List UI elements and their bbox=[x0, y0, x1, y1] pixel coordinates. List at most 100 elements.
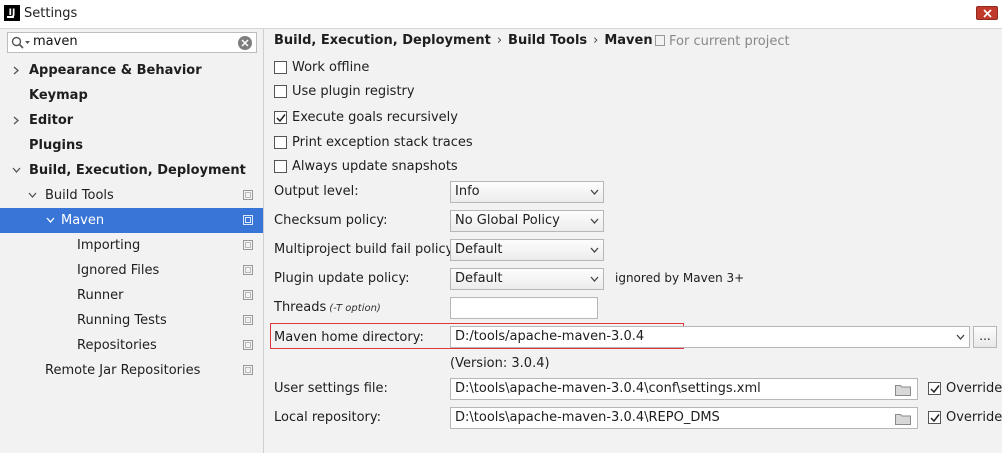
search-icon bbox=[11, 36, 30, 49]
chevron-down-icon[interactable] bbox=[10, 158, 22, 183]
checksum-policy-select[interactable]: No Global Policy bbox=[450, 210, 604, 232]
output-level-select[interactable]: Info bbox=[450, 181, 604, 203]
multiproject-fail-policy-label: Multiproject build fail policy: bbox=[274, 242, 457, 257]
clear-search-icon[interactable] bbox=[238, 36, 252, 50]
checkbox-label: Use plugin registry bbox=[292, 84, 415, 99]
checksum-policy-label: Checksum policy: bbox=[274, 213, 388, 228]
checkmark-icon bbox=[276, 114, 286, 123]
chevron-down-icon bbox=[590, 218, 599, 224]
tree-item-appearance-behavior[interactable]: Appearance & Behavior bbox=[0, 58, 263, 83]
threads-hint: (-T option) bbox=[329, 303, 381, 314]
tree-item-editor[interactable]: Editor bbox=[0, 108, 263, 133]
chevron-down-icon[interactable] bbox=[26, 183, 38, 208]
tree-item-label: Editor bbox=[29, 113, 74, 128]
project-scope-icon bbox=[243, 215, 253, 225]
threads-input[interactable] bbox=[450, 297, 598, 319]
tree-item-label: Runner bbox=[77, 288, 124, 303]
project-scope-icon bbox=[243, 340, 253, 350]
maven-home-select[interactable]: D:/tools/apache-maven-3.0.4 bbox=[450, 326, 970, 348]
chevron-down-icon bbox=[590, 276, 599, 282]
tree-item-remote-jar-repositories[interactable]: Remote Jar Repositories bbox=[0, 358, 263, 383]
intellij-app-icon: IJ bbox=[4, 5, 20, 21]
tree-item-label: Ignored Files bbox=[77, 263, 160, 278]
checkbox-box[interactable] bbox=[928, 411, 941, 424]
local-repository-input[interactable]: D:\tools\apache-maven-3.0.4\REPO_DMS bbox=[450, 407, 918, 429]
tree-item-importing[interactable]: Importing bbox=[0, 233, 263, 258]
breadcrumb-build-execution-deployment[interactable]: Build, Execution, Deployment bbox=[274, 33, 491, 48]
window-title: Settings bbox=[24, 6, 78, 21]
tree-item-keymap[interactable]: Keymap bbox=[0, 83, 263, 108]
input-value: D:\tools\apache-maven-3.0.4\REPO_DMS bbox=[455, 410, 720, 425]
chevron-down-icon bbox=[590, 189, 599, 195]
tree-item-build-execution-deployment[interactable]: Build, Execution, Deployment bbox=[0, 158, 263, 183]
project-scope-icon bbox=[243, 315, 253, 325]
tree-item-label: Appearance & Behavior bbox=[29, 63, 202, 78]
checkbox-box[interactable] bbox=[274, 160, 287, 173]
tree-item-label: Build, Execution, Deployment bbox=[29, 163, 246, 178]
select-value: Default bbox=[455, 271, 503, 286]
chevron-right-icon[interactable] bbox=[10, 108, 22, 133]
checkbox-box[interactable] bbox=[274, 111, 287, 124]
local-repository-label: Local repository: bbox=[274, 410, 381, 425]
select-value: Info bbox=[455, 184, 480, 199]
checkbox-box[interactable] bbox=[274, 85, 287, 98]
threads-label: Threads (-T option) bbox=[274, 300, 381, 315]
user-settings-input[interactable]: D:\tools\apache-maven-3.0.4\conf\setting… bbox=[450, 378, 918, 400]
maven-settings-panel: Build, Execution, Deployment › Build Tools… bbox=[264, 29, 1002, 453]
maven-home-label: Maven home directory: bbox=[274, 330, 424, 345]
tree-item-label: Remote Jar Repositories bbox=[45, 363, 201, 378]
tree-item-label: Repositories bbox=[77, 338, 157, 353]
close-icon bbox=[983, 9, 992, 18]
checkbox-label: Override bbox=[946, 381, 1002, 396]
checkbox-box[interactable] bbox=[274, 136, 287, 149]
title-bar: IJ Settings bbox=[0, 0, 1002, 29]
chevron-down-icon[interactable] bbox=[44, 208, 56, 233]
tree-item-build-tools[interactable]: Build Tools bbox=[0, 183, 263, 208]
folder-icon[interactable] bbox=[895, 384, 911, 396]
breadcrumb-maven: Maven bbox=[604, 33, 653, 48]
settings-tree-panel: maven Appearance & Behavior Keymap Edito… bbox=[0, 29, 264, 453]
tree-item-repositories[interactable]: Repositories bbox=[0, 333, 263, 358]
project-scope-icon bbox=[243, 290, 253, 300]
checkbox-label: Execute goals recursively bbox=[292, 110, 458, 125]
project-scope-note: For current project bbox=[655, 34, 790, 49]
project-scope-icon bbox=[243, 265, 253, 275]
select-value: No Global Policy bbox=[455, 213, 560, 228]
tree-item-label: Maven bbox=[61, 213, 105, 228]
multiproject-fail-policy-select[interactable]: Default bbox=[450, 239, 604, 261]
checkbox-box[interactable] bbox=[928, 382, 941, 395]
chevron-down-icon bbox=[956, 334, 965, 340]
checkmark-icon bbox=[930, 414, 940, 423]
folder-icon[interactable] bbox=[895, 413, 911, 425]
tree-item-label: Plugins bbox=[29, 138, 83, 153]
checkbox-label: Always update snapshots bbox=[292, 159, 458, 174]
breadcrumb-build-tools[interactable]: Build Tools bbox=[508, 33, 587, 48]
tree-item-maven[interactable]: Maven bbox=[0, 208, 263, 233]
search-input[interactable]: maven bbox=[7, 32, 257, 53]
output-level-label: Output level: bbox=[274, 184, 359, 199]
tree-item-running-tests[interactable]: Running Tests bbox=[0, 308, 263, 333]
tree-item-runner[interactable]: Runner bbox=[0, 283, 263, 308]
input-value: D:\tools\apache-maven-3.0.4\conf\setting… bbox=[455, 381, 761, 396]
close-button[interactable] bbox=[976, 6, 998, 20]
checkbox-box[interactable] bbox=[274, 61, 287, 74]
tree-item-ignored-files[interactable]: Ignored Files bbox=[0, 258, 263, 283]
tree-item-plugins[interactable]: Plugins bbox=[0, 133, 263, 158]
chevron-right-icon[interactable] bbox=[10, 58, 22, 83]
plugin-update-policy-select[interactable]: Default bbox=[450, 268, 604, 290]
project-scope-icon bbox=[243, 365, 253, 375]
tree-item-label: Build Tools bbox=[45, 188, 114, 203]
browse-button[interactable]: ... bbox=[973, 326, 997, 348]
tree-item-label: Importing bbox=[77, 238, 141, 253]
user-settings-label: User settings file: bbox=[274, 381, 388, 396]
chevron-down-icon bbox=[590, 247, 599, 253]
threads-label-text: Threads bbox=[274, 300, 327, 315]
project-scope-icon bbox=[243, 240, 253, 250]
project-scope-icon bbox=[243, 190, 253, 200]
plugin-update-note: ignored by Maven 3+ bbox=[615, 271, 745, 285]
breadcrumb-separator: › bbox=[593, 33, 599, 48]
checkbox-label: Work offline bbox=[292, 60, 370, 75]
checkbox-label: Print exception stack traces bbox=[292, 135, 473, 150]
breadcrumb-separator: › bbox=[496, 33, 503, 48]
checkmark-icon bbox=[930, 385, 940, 394]
